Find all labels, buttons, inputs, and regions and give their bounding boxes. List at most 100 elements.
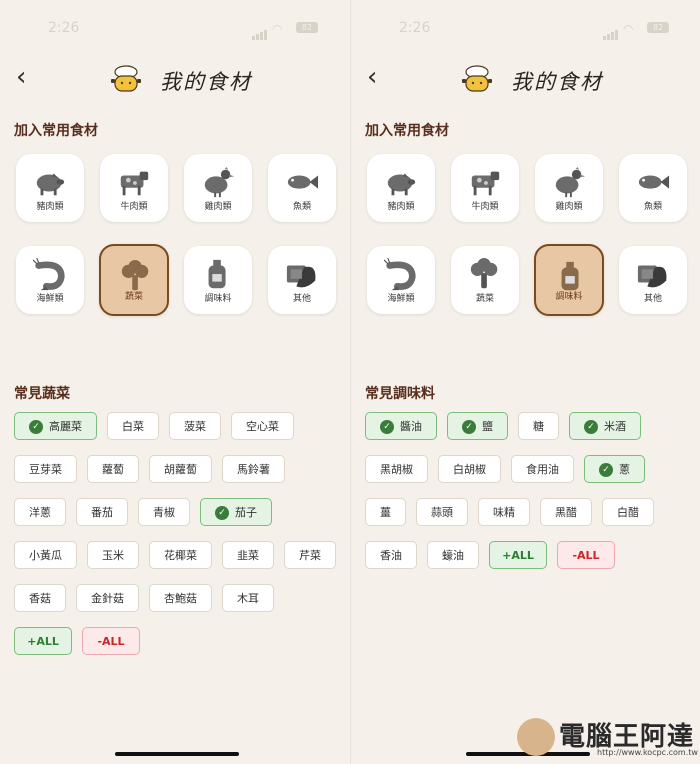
category-label: 調味料 <box>555 292 583 302</box>
remove-all-button[interactable]: ✓-ALL <box>557 541 615 569</box>
ingredient-chip[interactable]: ✓ 鹽 <box>447 412 508 440</box>
ingredient-chip[interactable]: ✓芹菜 <box>284 541 336 569</box>
ingredient-chip[interactable]: ✓洋蔥 <box>14 498 66 526</box>
status-time: 2:26 <box>48 20 80 36</box>
chip-label: 杏鮑菇 <box>164 592 197 605</box>
ingredient-chip[interactable]: ✓食用油 <box>511 455 574 483</box>
chip-label: 高麗菜 <box>49 420 82 433</box>
category-tile[interactable]: 牛肉類 <box>100 154 168 222</box>
ingredient-chip[interactable]: ✓空心菜 <box>231 412 294 440</box>
add-all-button[interactable]: ✓+ALL <box>14 627 72 655</box>
ingredient-chip[interactable]: ✓蘿蔔 <box>87 455 139 483</box>
battery-icon: 82 <box>296 22 318 33</box>
category-tile[interactable]: 其他 <box>268 246 336 314</box>
seasoning-bottle-icon <box>208 259 226 289</box>
chicken-icon <box>204 166 235 198</box>
common-section-title: 常見蔬菜 <box>14 386 70 402</box>
chip-label: 醬油 <box>400 420 422 433</box>
category-label: 豬肉類 <box>36 202 64 212</box>
category-tile[interactable]: 海鮮類 <box>16 246 84 314</box>
ingredient-chip[interactable]: ✓糖 <box>518 412 559 440</box>
shrimp-icon <box>33 258 65 291</box>
back-button[interactable]: ‹ <box>367 64 377 90</box>
ingredient-chip[interactable]: ✓白菜 <box>107 412 159 440</box>
chip-label: 鹽 <box>482 420 493 433</box>
remove-all-button[interactable]: ✓-ALL <box>82 627 140 655</box>
home-indicator <box>115 752 239 756</box>
add-all-button[interactable]: ✓+ALL <box>489 541 547 569</box>
screen-vegetables: 2:26 ◠ 82 ‹ 我的食材 加入常用食材 豬肉類 牛肉類 雞肉類 魚類 海鮮類 蔬菜… <box>0 0 350 764</box>
category-tile[interactable]: 蔬菜 <box>99 244 169 316</box>
ingredient-chip[interactable]: ✓青椒 <box>138 498 190 526</box>
category-label: 牛肉類 <box>120 202 148 212</box>
ingredient-chip[interactable]: ✓蠔油 <box>427 541 479 569</box>
ingredient-chip[interactable]: ✓白胡椒 <box>438 455 501 483</box>
ingredient-chip[interactable]: ✓味精 <box>478 498 530 526</box>
category-tile[interactable]: 豬肉類 <box>367 154 435 222</box>
fish-icon <box>638 175 670 189</box>
status-bar: 2:26 ◠ 82 <box>0 18 350 40</box>
category-tile[interactable]: 蔬菜 <box>451 246 519 314</box>
chip-label: 胡蘿蔔 <box>164 463 197 476</box>
chip-label: 蠔油 <box>442 549 464 562</box>
ingredient-chip[interactable]: ✓ 高麗菜 <box>14 412 97 440</box>
signal-icon <box>603 24 619 40</box>
watermark-mascot-icon <box>517 718 555 756</box>
ingredient-chip[interactable]: ✓花椰菜 <box>149 541 212 569</box>
chip-label: 金針菇 <box>91 592 124 605</box>
category-label: 魚類 <box>292 202 311 212</box>
chip-label: 茄子 <box>235 506 257 519</box>
ingredient-chip[interactable]: ✓ 蔥 <box>584 455 645 483</box>
category-label: 豬肉類 <box>387 202 415 212</box>
page-title: 我的食材 <box>511 70 603 94</box>
status-time: 2:26 <box>399 20 431 36</box>
chip-label: 香油 <box>380 549 402 562</box>
pot-logo-icon <box>111 65 141 92</box>
category-tile[interactable]: 豬肉類 <box>16 154 84 222</box>
pot-logo-icon <box>462 65 492 92</box>
category-label: 蔬菜 <box>475 294 494 304</box>
ingredient-chip[interactable]: ✓黑醋 <box>540 498 592 526</box>
category-tile[interactable]: 雞肉類 <box>184 154 252 222</box>
add-section-title: 加入常用食材 <box>14 123 98 139</box>
category-tile[interactable]: 海鮮類 <box>367 246 435 314</box>
check-icon: ✓ <box>584 420 598 434</box>
ingredient-chip[interactable]: ✓玉米 <box>87 541 139 569</box>
ingredient-chip[interactable]: ✓木耳 <box>222 584 274 612</box>
ingredient-chip[interactable]: ✓蒜頭 <box>416 498 468 526</box>
ingredient-chip[interactable]: ✓馬鈴薯 <box>222 455 285 483</box>
wifi-icon: ◠ <box>272 22 283 36</box>
ingredient-chip[interactable]: ✓黑胡椒 <box>365 455 428 483</box>
chip-label: 味精 <box>493 506 515 519</box>
ingredient-chip[interactable]: ✓白醋 <box>602 498 654 526</box>
ingredient-chip[interactable]: ✓胡蘿蔔 <box>149 455 212 483</box>
category-tile[interactable]: 其他 <box>619 246 687 314</box>
ingredient-chip[interactable]: ✓香油 <box>365 541 417 569</box>
add-section-title: 加入常用食材 <box>365 123 449 139</box>
category-tile[interactable]: 雞肉類 <box>535 154 603 222</box>
ingredient-chip[interactable]: ✓ 米酒 <box>569 412 641 440</box>
ingredient-chip[interactable]: ✓ 茄子 <box>200 498 272 526</box>
ingredient-chip[interactable]: ✓番茄 <box>76 498 128 526</box>
back-button[interactable]: ‹ <box>16 64 26 90</box>
category-tile[interactable]: 魚類 <box>619 154 687 222</box>
category-label: 蔬菜 <box>124 292 143 302</box>
ingredient-chip[interactable]: ✓ 醬油 <box>365 412 437 440</box>
ingredient-chip[interactable]: ✓杏鮑菇 <box>149 584 212 612</box>
ingredient-chip[interactable]: ✓豆芽菜 <box>14 455 77 483</box>
check-icon: ✓ <box>380 420 394 434</box>
category-tile[interactable]: 牛肉類 <box>451 154 519 222</box>
ingredient-chip[interactable]: ✓小黃瓜 <box>14 541 77 569</box>
chip-label: 木耳 <box>237 592 259 605</box>
chip-label: 白菜 <box>122 420 144 433</box>
category-tile[interactable]: 魚類 <box>268 154 336 222</box>
check-icon: ✓ <box>599 463 613 477</box>
ingredient-chip[interactable]: ✓薑 <box>365 498 406 526</box>
ingredient-chip[interactable]: ✓韭菜 <box>222 541 274 569</box>
ingredient-chip[interactable]: ✓金針菇 <box>76 584 139 612</box>
ingredient-chip[interactable]: ✓菠菜 <box>169 412 221 440</box>
ingredient-chip[interactable]: ✓香菇 <box>14 584 66 612</box>
category-tile[interactable]: 調味料 <box>184 246 252 314</box>
category-tile[interactable]: 調味料 <box>534 244 604 316</box>
category-label: 調味料 <box>204 294 232 304</box>
